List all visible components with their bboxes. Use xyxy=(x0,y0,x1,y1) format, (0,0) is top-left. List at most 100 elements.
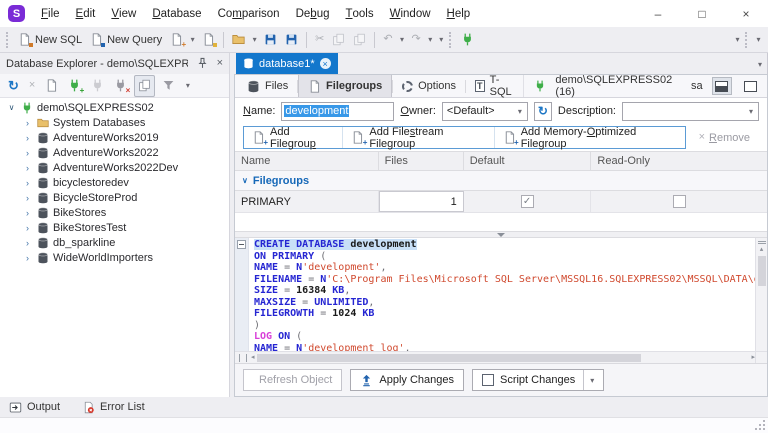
add-filestream-filegroup-button[interactable]: + Add Filestream Filegroup xyxy=(342,126,493,150)
filter-button[interactable] xyxy=(159,75,178,97)
readonly-checkbox[interactable] xyxy=(672,195,686,208)
menu-file[interactable]: File xyxy=(33,0,68,27)
tab-error-list[interactable]: Error List xyxy=(82,401,145,414)
connect-button[interactable] xyxy=(457,29,478,51)
minimize-button[interactable]: – xyxy=(636,0,680,27)
description-dropdown-icon[interactable]: ▾ xyxy=(746,107,756,116)
refresh-button[interactable]: ↻ xyxy=(5,75,22,97)
save-all-button[interactable] xyxy=(281,29,302,51)
undo-button[interactable]: ↶ xyxy=(379,29,396,51)
close-tab-icon[interactable]: × xyxy=(319,58,331,69)
user-label[interactable]: sa xyxy=(691,80,703,92)
tab-tsql[interactable]: T T-SQL xyxy=(466,75,524,98)
files-cell[interactable]: 1 xyxy=(378,191,464,212)
tree-item[interactable]: › db_sparkline xyxy=(0,235,229,250)
redo-button[interactable]: ↷ xyxy=(408,29,425,51)
tree-item[interactable]: › System Databases xyxy=(0,115,229,130)
tab-options[interactable]: Options xyxy=(393,75,465,97)
tab-files[interactable]: Files xyxy=(238,75,297,97)
grid-sql-splitter[interactable] xyxy=(235,231,767,238)
new-document-dropdown[interactable]: ▾ xyxy=(187,35,198,44)
menu-help[interactable]: Help xyxy=(439,0,479,27)
duplicate-object-button[interactable] xyxy=(134,74,156,97)
vertical-scroll-thumb[interactable] xyxy=(757,256,766,286)
tree-item[interactable]: › AdventureWorks2019 xyxy=(0,130,229,145)
expand-chevron-icon[interactable]: › xyxy=(22,208,33,218)
new-document-button[interactable]: + xyxy=(166,29,187,51)
default-checkbox[interactable]: ✓ xyxy=(520,195,534,208)
tree-item[interactable]: › WideWorldImporters xyxy=(0,250,229,265)
open-file-dropdown[interactable]: ▾ xyxy=(249,35,260,44)
layout-split-button[interactable] xyxy=(711,77,732,95)
expand-chevron-icon[interactable]: › xyxy=(22,133,33,143)
horizontal-scroll-track[interactable] xyxy=(255,352,752,363)
scroll-up-icon[interactable]: ▴ xyxy=(760,246,764,253)
close-button[interactable]: × xyxy=(724,0,768,27)
script-changes-dropdown[interactable]: ▾ xyxy=(583,370,594,390)
horizontal-scrollbar[interactable]: ◂ ▸ xyxy=(235,351,767,363)
explorer-more-dropdown[interactable]: ▾ xyxy=(182,81,193,90)
tab-list-dropdown[interactable]: ▾ xyxy=(758,61,762,69)
vertical-scrollbar[interactable]: ▴ xyxy=(755,238,767,351)
tree-item[interactable]: › BicycleStoreProd xyxy=(0,190,229,205)
copy-button[interactable] xyxy=(328,29,349,51)
tree-item[interactable]: › AdventureWorks2022 xyxy=(0,145,229,160)
editor-splitter-grip-icon[interactable] xyxy=(757,241,766,244)
menu-edit[interactable]: Edit xyxy=(68,0,104,27)
expand-chevron-icon[interactable]: › xyxy=(22,148,33,158)
expand-chevron-icon[interactable]: › xyxy=(22,163,33,173)
toolbar-overflow-dropdown[interactable]: ▾ xyxy=(753,35,764,44)
new-connection-button[interactable]: + xyxy=(65,75,84,97)
menu-database[interactable]: Database xyxy=(144,0,209,27)
connect-database-button[interactable] xyxy=(88,75,107,97)
owner-select[interactable]: <Default> ▾ xyxy=(441,101,528,121)
add-filegroup-button[interactable]: + Add Filegroup xyxy=(244,126,342,150)
save-button[interactable] xyxy=(260,29,281,51)
apply-changes-button[interactable]: Apply Changes xyxy=(350,369,464,391)
delete-button[interactable]: × xyxy=(26,75,38,97)
paste-button[interactable] xyxy=(349,29,370,51)
document-tab[interactable]: database1* × xyxy=(236,53,338,74)
horizontal-scroll-thumb[interactable] xyxy=(256,353,642,362)
tree-item[interactable]: › bicyclestoredev xyxy=(0,175,229,190)
layout-full-button[interactable] xyxy=(741,77,761,95)
panel-close-icon[interactable]: × xyxy=(217,58,223,69)
hsplitter-grip-icon[interactable] xyxy=(239,353,247,362)
new-query-button[interactable]: New Query xyxy=(86,29,166,51)
resize-grip[interactable] xyxy=(755,420,765,430)
server-label[interactable]: demo\SQLEXPRESS02 (16) xyxy=(555,75,682,98)
menu-comparison[interactable]: Co m parison xyxy=(210,0,288,27)
grid-group-row[interactable]: ∨ Filegroups xyxy=(235,171,767,191)
owner-refresh-button[interactable]: ↻ xyxy=(533,101,552,121)
toolbar-options-dropdown[interactable]: ▾ xyxy=(732,35,743,44)
pin-icon[interactable] xyxy=(196,57,209,70)
new-object-button[interactable] xyxy=(198,29,219,51)
redo-dropdown[interactable]: ▾ xyxy=(425,35,436,44)
undo-dropdown[interactable]: ▾ xyxy=(397,35,408,44)
table-row[interactable]: PRIMARY 1 ✓ xyxy=(235,191,767,213)
expand-chevron-icon[interactable]: › xyxy=(22,223,33,233)
maximize-button[interactable]: □ xyxy=(680,0,724,27)
refresh-object-button[interactable]: Refresh Object xyxy=(243,369,343,391)
splitter-handle-icon[interactable] xyxy=(497,233,505,237)
tab-filegroups[interactable]: Filegroups xyxy=(298,75,393,97)
disconnect-button[interactable]: × xyxy=(111,75,130,97)
tab-output[interactable]: Output xyxy=(9,401,60,414)
add-memory-optimized-filegroup-button[interactable]: + Add Memory-Optimized Filegroup xyxy=(493,126,685,150)
menu-window[interactable]: Window xyxy=(382,0,439,27)
group-chevron-icon[interactable]: ∨ xyxy=(242,176,248,185)
menu-debug[interactable]: De b ug xyxy=(288,0,338,27)
open-file-button[interactable] xyxy=(228,29,249,51)
menu-tools[interactable]: Tools xyxy=(337,0,381,27)
cut-button[interactable]: ✂ xyxy=(311,29,328,51)
properties-button[interactable] xyxy=(42,75,61,97)
description-select[interactable]: ▾ xyxy=(622,101,759,121)
owner-dropdown-icon[interactable]: ▾ xyxy=(515,107,525,116)
expand-chevron-icon[interactable]: › xyxy=(22,238,33,248)
tree-item[interactable]: › BikeStores xyxy=(0,205,229,220)
remove-button[interactable]: × Remove xyxy=(690,126,759,149)
tree-item[interactable]: ∨ demo\SQLEXPRESS02 xyxy=(0,100,229,115)
tree-item[interactable]: › BikeStoresTest xyxy=(0,220,229,235)
script-changes-button[interactable]: Script Changes ▾ xyxy=(471,369,605,391)
sql-code[interactable]: CREATE DATABASE development ON PRIMARY (N… xyxy=(249,238,755,351)
